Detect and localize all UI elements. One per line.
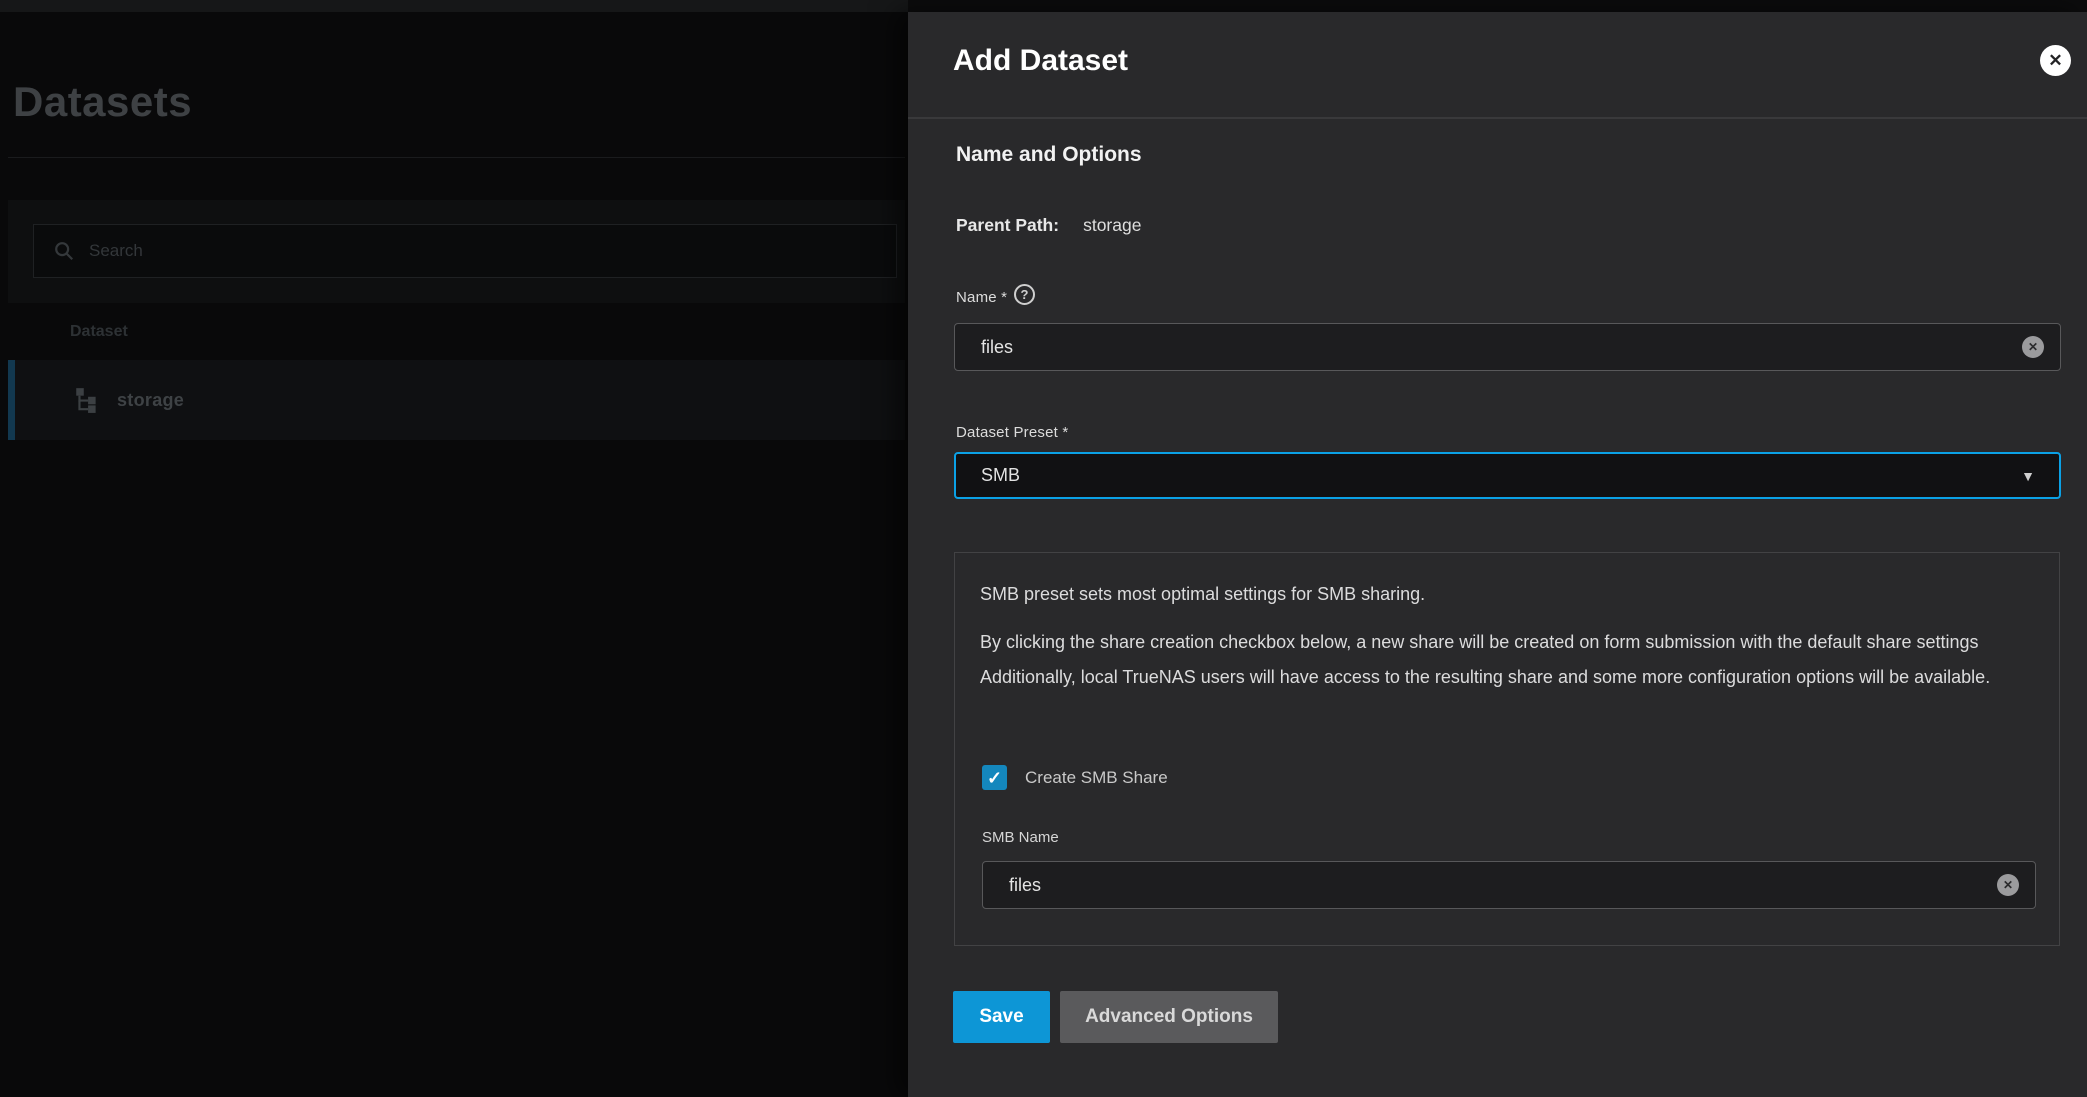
parent-path-label: Parent Path: (956, 215, 1059, 235)
page-title: Datasets (13, 78, 192, 126)
search-box[interactable] (33, 224, 897, 278)
section-heading: Name and Options (956, 143, 1142, 167)
preset-info-line2: By clicking the share creation checkbox … (980, 625, 2031, 694)
table-header-row: Dataset (8, 303, 905, 360)
column-header-dataset: Dataset (70, 323, 128, 341)
create-smb-share-row: ✓ Create SMB Share (982, 765, 1168, 790)
preset-info-line1: SMB preset sets most optimal settings fo… (980, 577, 2034, 611)
datasets-toolbar (8, 200, 905, 303)
dataset-row-storage: storage (8, 360, 905, 440)
dataset-row-label: storage (117, 390, 184, 411)
panel-title-divider (908, 117, 2087, 119)
screen: Datasets Dataset (0, 0, 2087, 1097)
add-dataset-panel: Add Dataset ✕ Name and Options Parent Pa… (908, 12, 2087, 1097)
smb-name-clear-button[interactable]: ✕ (1997, 874, 2019, 896)
preset-selected-value: SMB (956, 465, 2021, 486)
parent-path-value: storage (1083, 215, 1141, 235)
topbar-left-strip (0, 0, 908, 12)
smb-name-field: ✕ (982, 861, 2036, 909)
help-icon[interactable]: ? (1014, 284, 1035, 305)
checkmark-icon: ✓ (987, 769, 1002, 787)
chevron-down-icon: ▼ (2021, 468, 2035, 484)
close-icon: ✕ (2048, 52, 2062, 69)
form-actions: Save Advanced Options (953, 991, 1278, 1043)
modal-backdrop[interactable]: Datasets Dataset (0, 12, 908, 1097)
save-button[interactable]: Save (953, 991, 1050, 1043)
header-divider (8, 157, 905, 158)
smb-preset-info-box: SMB preset sets most optimal settings fo… (954, 552, 2060, 946)
parent-path: Parent Path: storage (956, 215, 1141, 236)
panel-title: Add Dataset (953, 44, 1128, 78)
smb-name-input[interactable] (983, 862, 1997, 908)
name-field-label: Name * (956, 289, 1007, 306)
close-button[interactable]: ✕ (2040, 45, 2071, 76)
clear-icon: ✕ (2028, 341, 2038, 353)
create-smb-share-label: Create SMB Share (1025, 768, 1168, 788)
advanced-options-button[interactable]: Advanced Options (1060, 991, 1278, 1043)
create-smb-share-checkbox[interactable]: ✓ (982, 765, 1007, 790)
name-clear-button[interactable]: ✕ (2022, 336, 2044, 358)
smb-name-label: SMB Name (982, 829, 1059, 846)
clear-icon: ✕ (2003, 879, 2013, 891)
name-input[interactable] (955, 324, 2022, 370)
name-field: ✕ (954, 323, 2061, 371)
topbar-right-strip (908, 0, 2087, 12)
dataset-preset-select[interactable]: SMB ▼ (954, 452, 2061, 499)
dataset-tree-icon (73, 386, 101, 414)
search-icon (53, 240, 75, 262)
preset-field-label: Dataset Preset * (956, 424, 1068, 441)
search-input[interactable] (89, 241, 896, 261)
